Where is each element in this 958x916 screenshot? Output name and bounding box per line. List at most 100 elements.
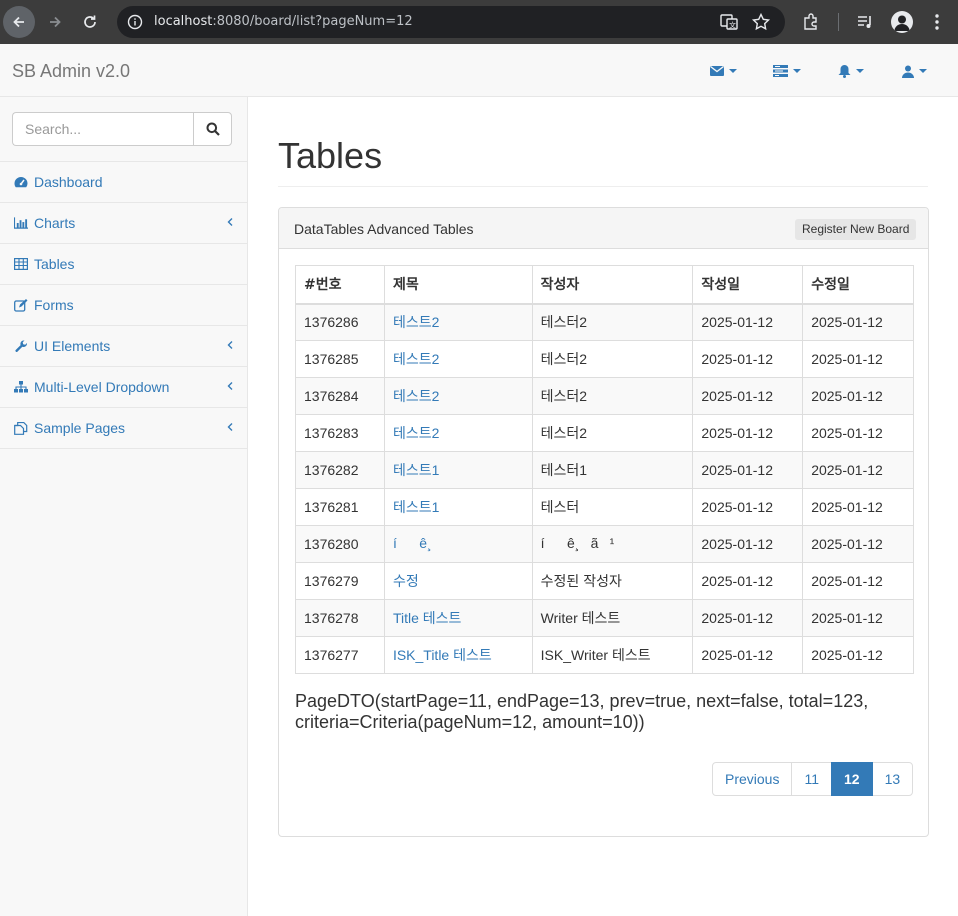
user-dropdown[interactable] bbox=[902, 64, 927, 78]
cell-title: 테스트2 bbox=[383, 340, 533, 378]
table-row: 1376277 ISK_Title 테스트 ISK_Writer 테스트 2025-0… bbox=[295, 636, 914, 674]
register-new-board-button[interactable]: Register New Board bbox=[795, 219, 917, 240]
column-header-regdate[interactable]: 작성일 bbox=[692, 265, 804, 305]
cell-title: í ê¸ bbox=[383, 525, 533, 563]
cell-no: 1376279 bbox=[295, 562, 385, 600]
back-button[interactable] bbox=[3, 6, 35, 38]
column-header-updatedate[interactable]: 수정일 bbox=[802, 265, 914, 305]
arrow-right-icon bbox=[50, 16, 61, 28]
table-row: 1376280 í ê¸ í ê¸ã ¹ 2025-01-12 2025-01-… bbox=[295, 525, 914, 563]
cell-regdate: 2025-01-12 bbox=[692, 636, 804, 674]
cell-title: 테스트1 bbox=[383, 451, 533, 489]
board-title-link[interactable]: 테스트2 bbox=[393, 314, 439, 330]
search-button[interactable] bbox=[193, 112, 232, 146]
cell-no: 1376277 bbox=[295, 636, 385, 674]
search-input[interactable] bbox=[12, 112, 194, 146]
chevron-left-icon bbox=[227, 341, 233, 349]
more-menu-icon[interactable] bbox=[927, 12, 947, 32]
board-title-link[interactable]: 테스트1 bbox=[393, 499, 439, 515]
cell-regdate: 2025-01-12 bbox=[692, 340, 804, 378]
panel-heading: DataTables Advanced Tables Register New … bbox=[279, 208, 928, 249]
forward-button[interactable] bbox=[39, 6, 71, 38]
profile-avatar-icon[interactable] bbox=[891, 11, 913, 33]
cell-no: 1376280 bbox=[295, 525, 385, 563]
board-title-link[interactable]: 테스트1 bbox=[393, 462, 439, 478]
board-title-link[interactable]: 테스트2 bbox=[393, 425, 439, 441]
sidebar-item-dashboard[interactable]: Dashboard bbox=[0, 162, 247, 203]
sidebar-item-tables[interactable]: Tables bbox=[0, 244, 247, 285]
pagination-page-active[interactable]: 12 bbox=[831, 762, 873, 796]
sidebar-item-ui-elements[interactable]: UI Elements bbox=[0, 326, 247, 367]
navbar-brand[interactable]: SB Admin v2.0 bbox=[12, 61, 130, 82]
media-queue-icon[interactable] bbox=[855, 12, 875, 32]
messages-dropdown[interactable] bbox=[710, 64, 737, 78]
table-row: 1376279 수정 수정된 작성자 2025-01-12 2025-01-12 bbox=[295, 562, 914, 600]
cell-updatedate: 2025-01-12 bbox=[802, 340, 914, 378]
dashboard-icon bbox=[14, 175, 28, 189]
sidebar-item-multi-level-dropdown[interactable]: Multi-Level Dropdown bbox=[0, 367, 247, 408]
board-title-link[interactable]: 테스트2 bbox=[393, 388, 439, 404]
sidebar-item-label: Dashboard bbox=[34, 174, 103, 190]
cell-writer: 테스터 bbox=[531, 488, 694, 526]
cell-regdate: 2025-01-12 bbox=[692, 377, 804, 415]
column-header-no[interactable]: #번호 bbox=[295, 265, 385, 305]
board-title-link[interactable]: ISK_Title 테스트 bbox=[393, 647, 492, 663]
sidebar-item-forms[interactable]: Forms bbox=[0, 285, 247, 326]
sidebar-item-label: Sample Pages bbox=[34, 420, 126, 436]
sidebar-item-charts[interactable]: Charts bbox=[0, 203, 247, 244]
pagination-page[interactable]: 13 bbox=[871, 762, 914, 796]
bookmark-star-icon[interactable] bbox=[751, 12, 771, 32]
sidebar-item-sample-pages[interactable]: Sample Pages bbox=[0, 408, 247, 449]
sidebar-item-label: Forms bbox=[34, 297, 74, 313]
site-info-icon[interactable] bbox=[127, 14, 143, 30]
pagination-page[interactable]: 11 bbox=[791, 762, 833, 796]
toolbar-separator bbox=[838, 13, 839, 31]
table-row: 1376281 테스트1 테스터 2025-01-12 2025-01-12 bbox=[295, 488, 914, 526]
column-header-writer[interactable]: 작성자 bbox=[531, 265, 694, 305]
cell-updatedate: 2025-01-12 bbox=[802, 636, 914, 674]
cell-title: 수정 bbox=[383, 562, 533, 600]
cell-writer: 테스터1 bbox=[531, 451, 694, 489]
url-host: localhost bbox=[154, 14, 213, 29]
column-header-title[interactable]: 제목 bbox=[383, 265, 533, 305]
cell-writer: 테스터2 bbox=[531, 303, 694, 341]
envelope-icon bbox=[710, 65, 724, 76]
cell-writer: 수정된 작성자 bbox=[531, 562, 694, 600]
cell-regdate: 2025-01-12 bbox=[692, 303, 804, 341]
chevron-left-icon bbox=[227, 382, 233, 390]
cell-writer: 테스터2 bbox=[531, 377, 694, 415]
translate-icon[interactable]: 文 bbox=[719, 12, 739, 32]
tasks-dropdown[interactable] bbox=[773, 64, 801, 78]
alerts-dropdown[interactable] bbox=[838, 64, 864, 78]
reload-button[interactable] bbox=[74, 6, 106, 38]
table-row: 1376286 테스트2 테스터2 2025-01-12 2025-01-12 bbox=[295, 303, 914, 341]
sidebar-item-label: Charts bbox=[34, 215, 76, 231]
sidebar-item-label: Tables bbox=[34, 256, 75, 272]
files-icon bbox=[14, 421, 28, 435]
extensions-icon[interactable] bbox=[801, 12, 821, 32]
user-icon bbox=[902, 65, 914, 78]
chevron-down-icon bbox=[793, 69, 801, 73]
cell-updatedate: 2025-01-12 bbox=[802, 599, 914, 637]
pagination-previous[interactable]: Previous bbox=[712, 762, 793, 796]
board-title-link[interactable]: 수정 bbox=[393, 573, 419, 589]
cell-regdate: 2025-01-12 bbox=[692, 451, 804, 489]
svg-text:文: 文 bbox=[729, 21, 736, 30]
wrench-icon bbox=[14, 339, 28, 353]
cell-updatedate: 2025-01-12 bbox=[802, 562, 914, 600]
table-row: 1376278 Title 테스트 Writer 테스트 2025-01-12 2025… bbox=[295, 599, 914, 637]
cell-updatedate: 2025-01-12 bbox=[802, 414, 914, 452]
table-row: 1376282 테스트1 테스터1 2025-01-12 2025-01-12 bbox=[295, 451, 914, 489]
board-title-link[interactable]: í ê¸ bbox=[393, 535, 443, 551]
browser-toolbar: localhost:8080/board/list?pageNum=12 文 bbox=[0, 0, 958, 44]
url-path: :8080/board/list?pageNum=12 bbox=[212, 14, 413, 29]
address-bar[interactable]: localhost:8080/board/list?pageNum=12 文 bbox=[117, 6, 785, 38]
sidebar: Dashboard Charts Tables Forms UI Element… bbox=[0, 97, 248, 916]
board-title-link[interactable]: Title 테스트 bbox=[393, 610, 461, 626]
title-divider bbox=[278, 186, 928, 187]
cell-writer: í ê¸ã ¹ bbox=[531, 525, 694, 563]
board-title-link[interactable]: 테스트2 bbox=[393, 351, 439, 367]
cell-no: 1376282 bbox=[295, 451, 385, 489]
cell-no: 1376281 bbox=[295, 488, 385, 526]
board-table: #번호 제목 작성자 작성일 수정일 1376286 테스트2 테스터2 2025-0… bbox=[295, 265, 914, 674]
